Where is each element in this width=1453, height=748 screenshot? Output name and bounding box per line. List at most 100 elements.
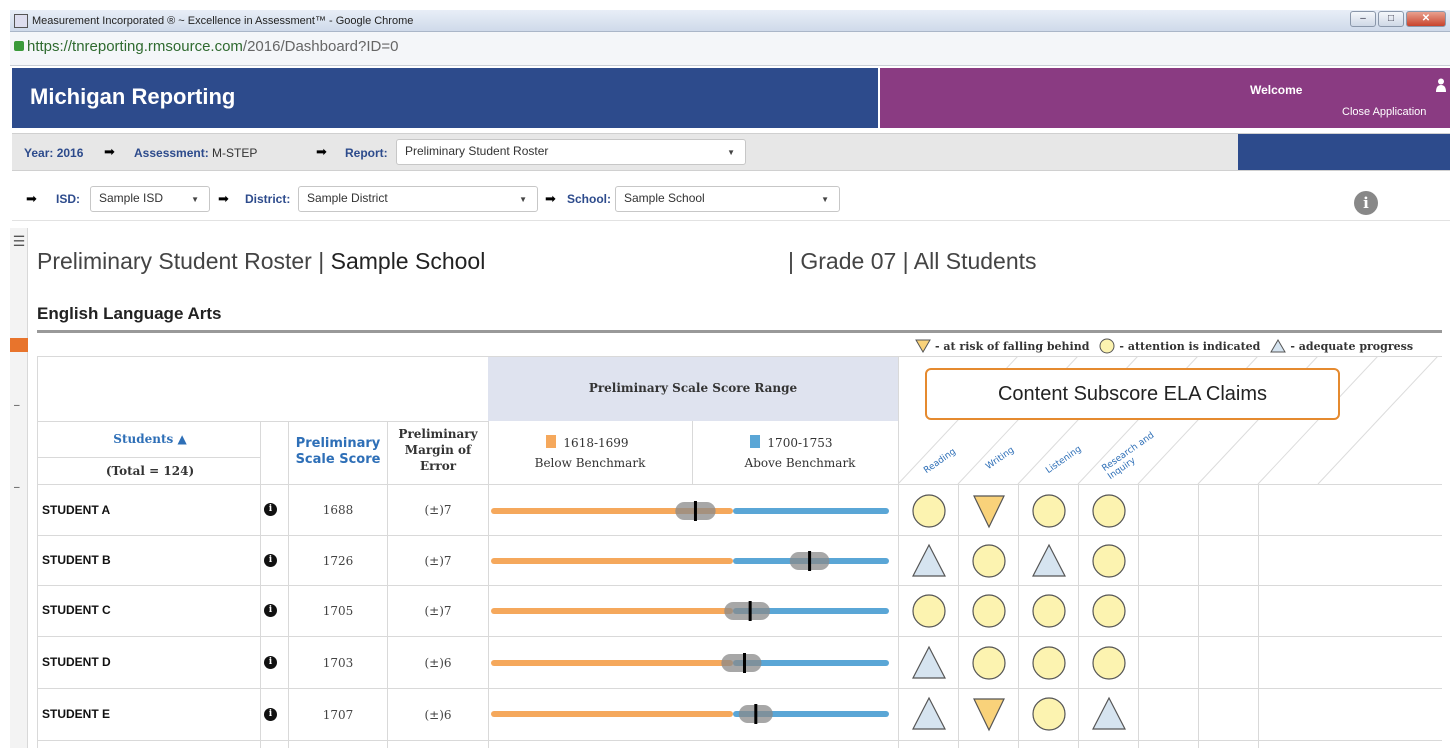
scale-score-range-header: Preliminary Scale Score Range bbox=[488, 357, 898, 421]
student-scale-score: 1688 bbox=[322, 503, 354, 517]
school-title: Sample School bbox=[330, 248, 486, 274]
student-name[interactable]: STUDENT A bbox=[42, 503, 110, 517]
attention-circle-icon bbox=[1032, 594, 1066, 628]
below-benchmark-swatch bbox=[546, 435, 556, 448]
grid-line bbox=[1258, 484, 1259, 748]
chevron-down-icon: ▼ bbox=[519, 195, 527, 204]
brand-title: Michigan Reporting bbox=[30, 84, 236, 109]
student-scale-score: 1726 bbox=[322, 554, 354, 568]
adequate-triangle-icon bbox=[912, 645, 946, 679]
gutter-dash: – bbox=[14, 482, 20, 493]
url-text[interactable]: https://tnreporting.rmsource.com/2016/Da… bbox=[27, 38, 398, 55]
chevron-down-icon: ▼ bbox=[727, 148, 735, 157]
page-subtitle: | Grade 07 | All Students bbox=[788, 248, 1037, 275]
chevron-down-icon: ▼ bbox=[821, 195, 829, 204]
adequate-triangle-icon bbox=[1270, 339, 1287, 353]
isd-select[interactable]: Sample ISD ▼ bbox=[90, 186, 210, 212]
attention-circle-icon bbox=[1032, 646, 1066, 680]
attention-circle-icon bbox=[1032, 494, 1066, 528]
scale-score-header[interactable]: Preliminary Scale Score bbox=[290, 436, 386, 468]
close-window-button[interactable]: ✕ bbox=[1406, 11, 1446, 27]
attention-circle-icon bbox=[972, 544, 1006, 578]
attention-circle-icon bbox=[1092, 594, 1126, 628]
legend-adequate: - adequate progress bbox=[1290, 339, 1414, 353]
student-info-icon[interactable]: i bbox=[264, 604, 277, 617]
legend-attention: - attention is indicated bbox=[1119, 339, 1261, 353]
student-name[interactable]: STUDENT C bbox=[42, 603, 111, 617]
above-benchmark-range: 1700-1753 bbox=[767, 436, 833, 450]
arrow-icon: ➡ bbox=[104, 144, 115, 159]
school-select[interactable]: Sample School ▼ bbox=[615, 186, 840, 212]
student-name[interactable]: STUDENT E bbox=[42, 707, 110, 721]
title-separator: | bbox=[788, 248, 794, 274]
student-margin-of-error: (±)7 bbox=[424, 604, 452, 618]
student-info-icon[interactable]: i bbox=[264, 503, 277, 516]
url-path: /2016/Dashboard?ID=0 bbox=[242, 38, 399, 55]
welcome-text: Welcome bbox=[1250, 83, 1303, 97]
gutter-dash: – bbox=[14, 400, 20, 411]
district-select[interactable]: Sample District ▼ bbox=[298, 186, 538, 212]
report-title: Preliminary Student Roster bbox=[37, 248, 312, 274]
arrow-icon: ➡ bbox=[545, 191, 556, 206]
title-separator: | bbox=[902, 248, 909, 274]
legend: - at risk of falling behind - attention … bbox=[915, 338, 1413, 354]
page-title: Preliminary Student Roster | Sample Scho… bbox=[37, 248, 485, 275]
grid-line bbox=[288, 421, 289, 748]
header-accent-block bbox=[1238, 134, 1450, 170]
report-label: Report: bbox=[345, 146, 388, 160]
window-controls: – □ ✕ bbox=[1350, 11, 1446, 27]
hamburger-menu-icon[interactable]: ☰ bbox=[10, 234, 28, 248]
attention-circle-icon bbox=[1032, 697, 1066, 731]
at-risk-triangle-icon bbox=[915, 339, 931, 353]
adequate-triangle-icon bbox=[1092, 696, 1126, 730]
student-margin-of-error: (±)7 bbox=[424, 503, 452, 517]
arrow-icon: ➡ bbox=[316, 144, 327, 159]
student-name[interactable]: STUDENT D bbox=[42, 655, 111, 669]
user-icon bbox=[1436, 78, 1446, 92]
above-benchmark-label: Above Benchmark bbox=[744, 456, 856, 470]
grid-line bbox=[37, 421, 488, 422]
range-header-text: Preliminary Scale Score Range bbox=[588, 381, 798, 395]
attention-circle-icon bbox=[1092, 646, 1126, 680]
student-info-icon[interactable]: i bbox=[264, 656, 277, 669]
above-benchmark-swatch bbox=[750, 435, 760, 448]
assessment-label: Assessment: bbox=[134, 146, 209, 160]
attention-circle-icon bbox=[1092, 544, 1126, 578]
score-range-bars bbox=[491, 501, 889, 724]
students-sort-header[interactable]: Students ▲ bbox=[100, 431, 200, 447]
student-info-icon[interactable]: i bbox=[264, 554, 277, 567]
info-icon[interactable]: i bbox=[1354, 191, 1378, 215]
minimize-button[interactable]: – bbox=[1350, 11, 1376, 27]
app-icon bbox=[14, 14, 28, 28]
adequate-triangle-icon bbox=[1032, 543, 1066, 577]
student-total: (Total = 124) bbox=[105, 464, 195, 478]
lock-icon bbox=[14, 41, 24, 51]
report-select[interactable]: Preliminary Student Roster ▼ bbox=[396, 139, 746, 165]
below-benchmark-range: 1618-1699 bbox=[563, 436, 629, 450]
grid-line bbox=[1198, 484, 1199, 748]
grid-line bbox=[387, 421, 388, 748]
grid-line bbox=[37, 457, 260, 458]
at-risk-triangle-icon bbox=[973, 495, 1005, 529]
margin-of-error-band bbox=[724, 602, 770, 620]
divider bbox=[37, 330, 1442, 333]
student-info-icon[interactable]: i bbox=[264, 708, 277, 721]
arrow-icon: ➡ bbox=[26, 191, 37, 206]
grid-line bbox=[37, 356, 38, 748]
close-application-link[interactable]: Close Application bbox=[1342, 106, 1426, 118]
attention-circle-icon bbox=[912, 594, 946, 628]
maximize-button[interactable]: □ bbox=[1378, 11, 1404, 27]
url-host: https://tnreporting.rmsource.com bbox=[27, 38, 243, 55]
assessment-value: M-STEP bbox=[212, 146, 258, 160]
claim-indicators bbox=[912, 494, 1126, 732]
student-name[interactable]: STUDENT B bbox=[42, 553, 111, 567]
attention-circle-icon bbox=[972, 646, 1006, 680]
isd-select-value: Sample ISD bbox=[99, 191, 164, 205]
district-select-value: Sample District bbox=[307, 191, 388, 205]
isd-label: ISD: bbox=[56, 192, 80, 206]
margin-of-error-band bbox=[721, 654, 762, 672]
welcome-panel: Welcome Close Application bbox=[880, 68, 1450, 128]
student-scale-score: 1707 bbox=[322, 708, 354, 722]
window-title: Measurement Incorporated ® ~ Excellence … bbox=[32, 15, 414, 27]
address-bar[interactable]: https://tnreporting.rmsource.com/2016/Da… bbox=[10, 32, 1450, 66]
